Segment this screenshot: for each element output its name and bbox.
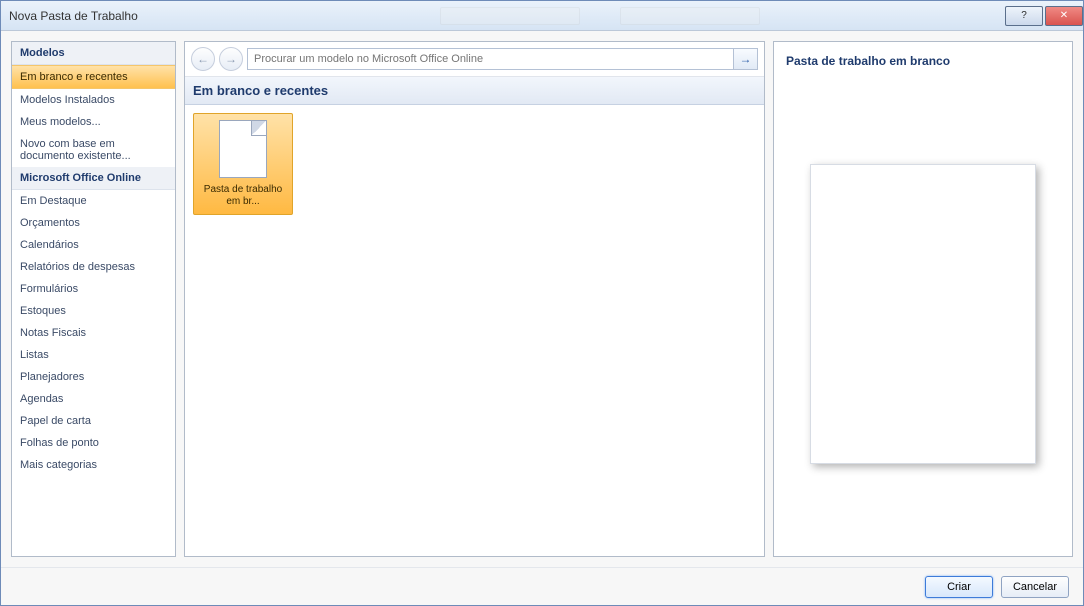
sidebar-item-budgets[interactable]: Orçamentos [12, 212, 175, 234]
close-button[interactable]: ✕ [1045, 6, 1083, 26]
new-workbook-dialog: Nova Pasta de Trabalho ? ✕ Modelos Em br… [0, 0, 1084, 606]
sidebar-item-new-from-existing[interactable]: Novo com base em documento existente... [12, 133, 175, 167]
arrow-right-icon: → [225, 52, 237, 66]
cancel-button[interactable]: Cancelar [1001, 576, 1069, 598]
sidebar-item-inventory[interactable]: Estoques [12, 300, 175, 322]
search-input[interactable] [248, 49, 733, 69]
sidebar-heading-office-online: Microsoft Office Online [12, 167, 175, 190]
sidebar-item-lists[interactable]: Listas [12, 344, 175, 366]
sidebar-item-timesheets[interactable]: Folhas de ponto [12, 432, 175, 454]
titlebar: Nova Pasta de Trabalho ? ✕ [1, 1, 1083, 31]
dialog-content: Modelos Em branco e recentes Modelos Ins… [1, 31, 1083, 567]
background-windows-hint [440, 7, 760, 25]
preview-page [810, 164, 1036, 464]
window-controls: ? ✕ [1003, 6, 1083, 26]
help-button[interactable]: ? [1005, 6, 1043, 26]
arrow-right-icon: → [740, 52, 752, 66]
nav-row: ← → → [185, 42, 764, 77]
sidebar-item-agendas[interactable]: Agendas [12, 388, 175, 410]
sidebar-item-installed-templates[interactable]: Modelos Instalados [12, 89, 175, 111]
nav-back-button[interactable]: ← [191, 47, 215, 71]
preview-title: Pasta de trabalho em branco [784, 48, 1062, 78]
window-title: Nova Pasta de Trabalho [9, 9, 138, 23]
sidebar-item-more-categories[interactable]: Mais categorias [12, 454, 175, 476]
sidebar-item-forms[interactable]: Formulários [12, 278, 175, 300]
document-icon [219, 120, 267, 178]
search-box: → [247, 48, 758, 70]
preview-page-container [784, 78, 1062, 550]
arrow-left-icon: ← [197, 52, 209, 66]
create-button[interactable]: Criar [925, 576, 993, 598]
sidebar-item-invoices[interactable]: Notas Fiscais [12, 322, 175, 344]
sidebar-item-planners[interactable]: Planejadores [12, 366, 175, 388]
template-label: Pasta de trabalho em br... [198, 184, 288, 208]
dialog-footer: Criar Cancelar [1, 567, 1083, 605]
category-heading: Em branco e recentes [185, 77, 764, 105]
sidebar-item-expense-reports[interactable]: Relatórios de despesas [12, 256, 175, 278]
search-go-button[interactable]: → [733, 49, 757, 69]
sidebar: Modelos Em branco e recentes Modelos Ins… [11, 41, 176, 557]
sidebar-heading-templates: Modelos [12, 42, 175, 65]
sidebar-item-my-templates[interactable]: Meus modelos... [12, 111, 175, 133]
template-area: Pasta de trabalho em br... [185, 105, 764, 556]
template-browser: ← → → Em branco e recentes Pasta de trab… [184, 41, 765, 557]
preview-pane: Pasta de trabalho em branco [773, 41, 1073, 557]
sidebar-item-stationery[interactable]: Papel de carta [12, 410, 175, 432]
sidebar-item-calendars[interactable]: Calendários [12, 234, 175, 256]
sidebar-item-featured[interactable]: Em Destaque [12, 190, 175, 212]
template-item-blank-workbook[interactable]: Pasta de trabalho em br... [193, 113, 293, 215]
nav-forward-button[interactable]: → [219, 47, 243, 71]
sidebar-item-blank-recent[interactable]: Em branco e recentes [12, 65, 175, 89]
